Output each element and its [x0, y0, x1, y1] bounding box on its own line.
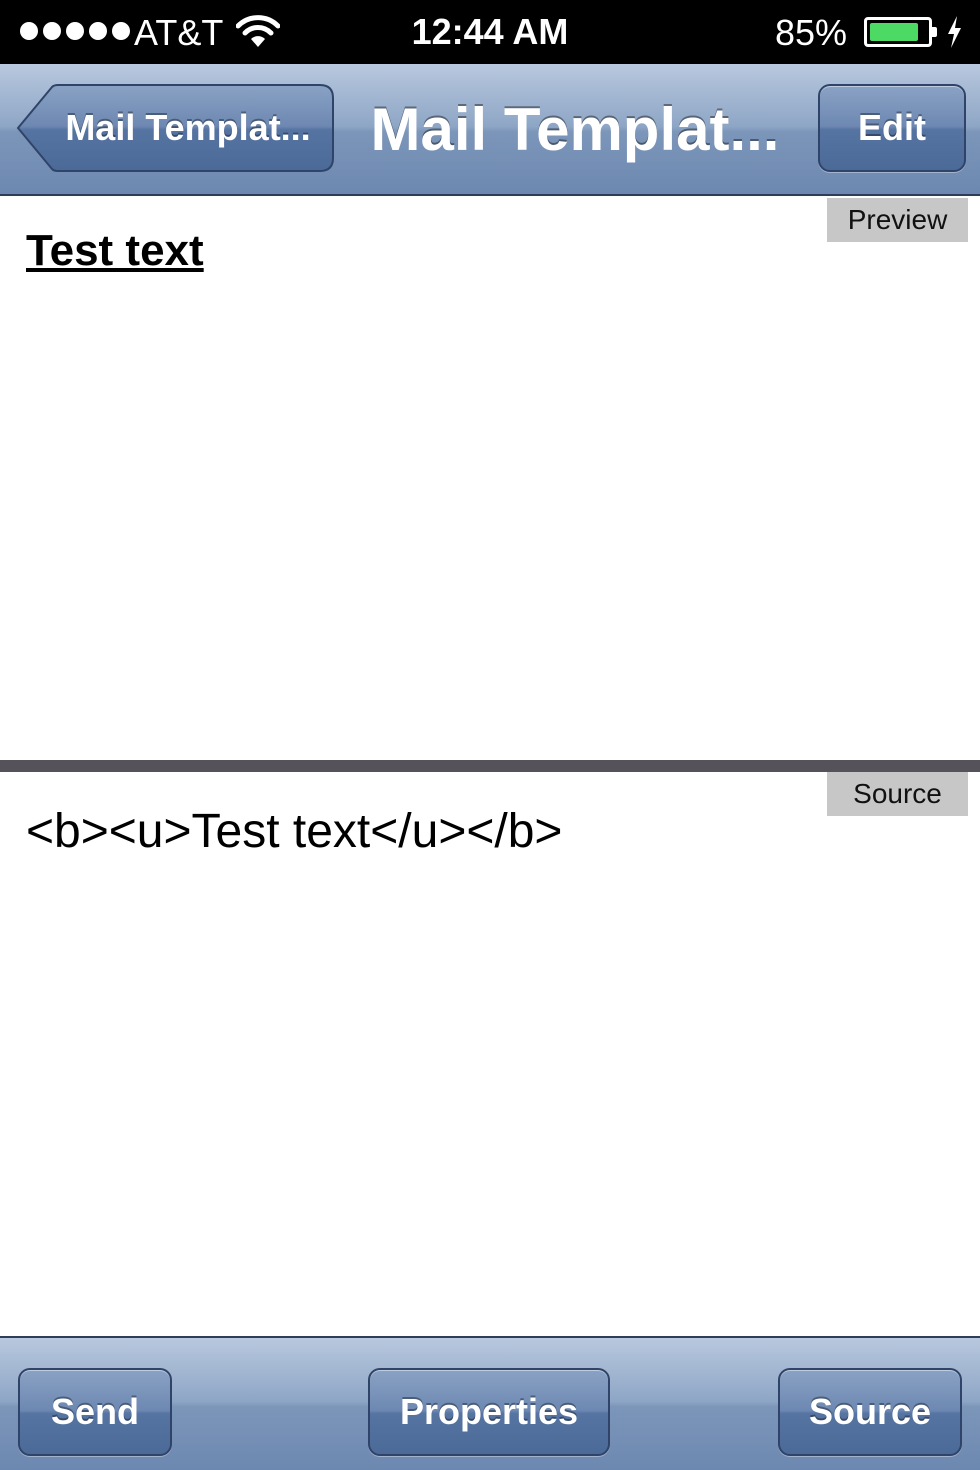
source-tag: Source — [827, 772, 968, 816]
properties-button[interactable]: Properties — [368, 1368, 610, 1456]
preview-tag: Preview — [827, 198, 968, 242]
back-button[interactable]: Mail Templat... — [16, 84, 334, 172]
bottom-toolbar: Send Properties Source — [0, 1336, 980, 1470]
preview-pane[interactable]: Preview Test text — [0, 198, 980, 760]
pane-divider[interactable] — [0, 760, 980, 772]
page-title: Mail Templat... — [370, 96, 780, 163]
status-bar: AT&T 12:44 AM 85% — [0, 0, 980, 64]
preview-content: Test text — [26, 226, 204, 275]
battery-icon — [864, 17, 937, 47]
navigation-bar: Mail Templat... Mail Templat... Edit — [0, 64, 980, 196]
send-button[interactable]: Send — [18, 1368, 172, 1456]
source-pane[interactable]: Source <b><u>Test text</u></b> — [0, 772, 980, 1336]
source-content[interactable]: <b><u>Test text</u></b> — [26, 804, 562, 859]
charging-bolt-icon — [948, 16, 961, 48]
battery-percentage: 85% — [775, 12, 848, 53]
edit-button[interactable]: Edit — [818, 84, 966, 172]
source-button[interactable]: Source — [778, 1368, 962, 1456]
back-button-label: Mail Templat... — [65, 107, 311, 148]
